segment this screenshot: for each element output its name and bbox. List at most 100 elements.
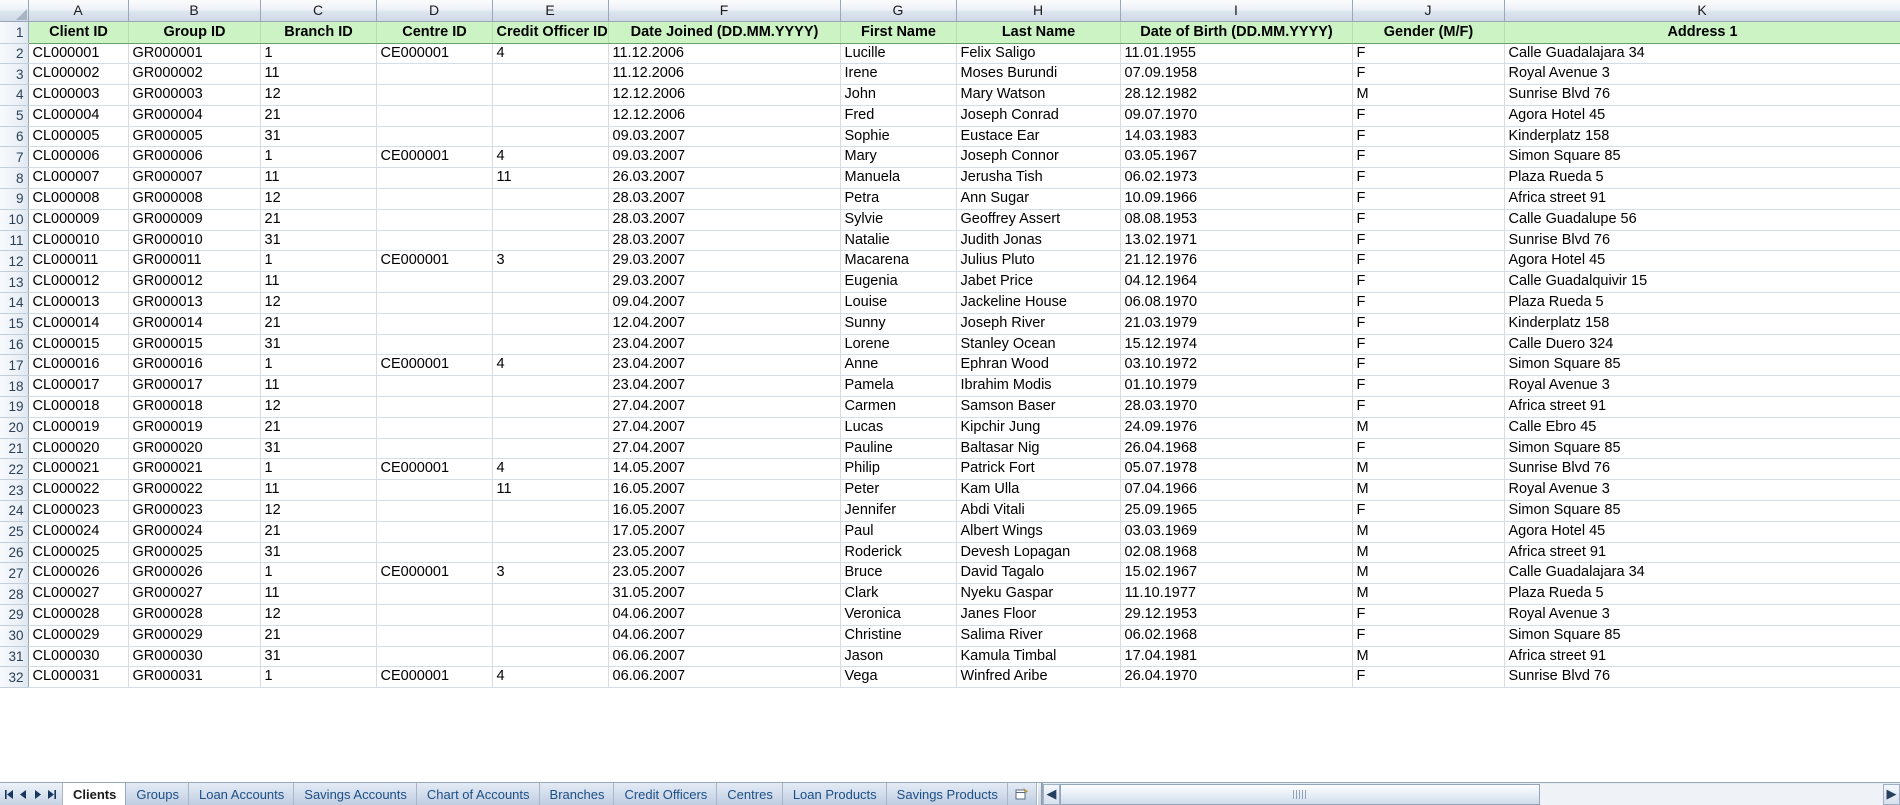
sheet-tab-loan-products[interactable]: Loan Products: [782, 783, 887, 805]
table-cell[interactable]: 17.05.2007: [608, 521, 841, 543]
table-cell[interactable]: 12.12.2006: [608, 84, 841, 106]
row-number[interactable]: 19: [0, 396, 29, 418]
table-cell[interactable]: [376, 292, 493, 314]
table-cell[interactable]: 25.09.1965: [1120, 500, 1353, 522]
table-cell[interactable]: Royal Avenue 3: [1504, 63, 1900, 86]
table-cell[interactable]: GR000026: [128, 562, 261, 585]
table-cell[interactable]: CL000010: [28, 230, 129, 252]
table-cell[interactable]: GR000017: [128, 375, 261, 398]
table-cell[interactable]: Africa street 91: [1504, 396, 1900, 418]
table-cell[interactable]: Calle Guadalquivir 15: [1504, 271, 1900, 294]
table-cell[interactable]: Christine: [840, 625, 957, 647]
sheet-tab-chart-of-accounts[interactable]: Chart of Accounts: [416, 783, 540, 805]
table-cell[interactable]: CL000022: [28, 479, 129, 502]
table-cell[interactable]: 23.04.2007: [608, 354, 841, 377]
table-cell[interactable]: 12: [260, 292, 377, 314]
row-number[interactable]: 18: [0, 375, 29, 398]
table-cell[interactable]: 14.03.1983: [1120, 126, 1353, 148]
table-cell[interactable]: GR000025: [128, 542, 261, 564]
table-cell[interactable]: F: [1352, 625, 1505, 647]
table-cell[interactable]: [376, 604, 493, 626]
table-cell[interactable]: Lucille: [840, 43, 957, 65]
table-cell[interactable]: 09.04.2007: [608, 292, 841, 314]
spreadsheet-grid[interactable]: A B C D E F G H I J K 1 Client ID Group ID…: [0, 0, 1900, 782]
horizontal-scroll-track[interactable]: [1059, 783, 1883, 805]
table-cell[interactable]: Nyeku Gaspar: [956, 583, 1121, 606]
table-cell[interactable]: M: [1352, 521, 1505, 543]
table-cell[interactable]: 4: [492, 43, 609, 65]
table-cell[interactable]: Veronica: [840, 604, 957, 626]
table-cell[interactable]: CL000016: [28, 354, 129, 377]
table-cell[interactable]: CE000001: [376, 562, 493, 585]
table-cell[interactable]: GR000002: [128, 63, 261, 86]
table-cell[interactable]: CL000011: [28, 250, 129, 273]
previous-sheet-icon[interactable]: [17, 787, 30, 801]
table-cell[interactable]: Joseph Connor: [956, 146, 1121, 169]
table-cell[interactable]: [376, 105, 493, 127]
column-header-f[interactable]: F: [608, 0, 841, 22]
table-cell[interactable]: 17.04.1981: [1120, 646, 1353, 668]
table-cell[interactable]: [492, 625, 609, 647]
table-cell[interactable]: [376, 230, 493, 252]
table-cell[interactable]: Plaza Rueda 5: [1504, 167, 1900, 190]
table-cell[interactable]: 4: [492, 666, 609, 689]
column-title-cell[interactable]: Gender (M/F): [1352, 21, 1505, 44]
table-cell[interactable]: Joseph Conrad: [956, 105, 1121, 127]
table-cell[interactable]: Irene: [840, 63, 957, 86]
table-cell[interactable]: M: [1352, 417, 1505, 439]
column-header-d[interactable]: D: [376, 0, 493, 22]
table-cell[interactable]: CL000027: [28, 583, 129, 606]
column-header-i[interactable]: I: [1120, 0, 1353, 22]
table-cell[interactable]: Sunrise Blvd 76: [1504, 230, 1900, 252]
column-title-cell[interactable]: Group ID: [128, 21, 261, 44]
table-cell[interactable]: Sylvie: [840, 209, 957, 231]
table-cell[interactable]: [376, 334, 493, 356]
table-cell[interactable]: CL000028: [28, 604, 129, 626]
table-cell[interactable]: 02.08.1968: [1120, 542, 1353, 564]
row-number[interactable]: 23: [0, 479, 29, 502]
table-cell[interactable]: 10.09.1966: [1120, 188, 1353, 210]
table-cell[interactable]: 09.03.2007: [608, 126, 841, 148]
table-cell[interactable]: 08.08.1953: [1120, 209, 1353, 231]
table-cell[interactable]: [376, 646, 493, 668]
table-cell[interactable]: 11: [260, 167, 377, 190]
table-cell[interactable]: 16.05.2007: [608, 479, 841, 502]
table-cell[interactable]: GR000010: [128, 230, 261, 252]
table-cell[interactable]: 31: [260, 334, 377, 356]
table-cell[interactable]: [492, 375, 609, 398]
table-cell[interactable]: 11: [260, 271, 377, 294]
table-cell[interactable]: Peter: [840, 479, 957, 502]
table-cell[interactable]: GR000005: [128, 126, 261, 148]
table-cell[interactable]: [492, 84, 609, 106]
table-cell[interactable]: F: [1352, 250, 1505, 273]
table-cell[interactable]: CL000001: [28, 43, 129, 65]
table-cell[interactable]: Julius Pluto: [956, 250, 1121, 273]
table-cell[interactable]: 1: [260, 458, 377, 481]
table-cell[interactable]: Ibrahim Modis: [956, 375, 1121, 398]
table-cell[interactable]: 1: [260, 354, 377, 377]
table-cell[interactable]: M: [1352, 84, 1505, 106]
table-cell[interactable]: GR000011: [128, 250, 261, 273]
table-cell[interactable]: 4: [492, 146, 609, 169]
table-cell[interactable]: [376, 271, 493, 294]
table-cell[interactable]: CL000004: [28, 105, 129, 127]
table-cell[interactable]: [492, 500, 609, 522]
table-cell[interactable]: [376, 313, 493, 335]
row-number[interactable]: 26: [0, 542, 29, 564]
table-cell[interactable]: Stanley Ocean: [956, 334, 1121, 356]
table-cell[interactable]: Sophie: [840, 126, 957, 148]
horizontal-scroll-thumb[interactable]: [1059, 783, 1540, 805]
row-number[interactable]: 15: [0, 313, 29, 335]
table-cell[interactable]: M: [1352, 562, 1505, 585]
table-cell[interactable]: M: [1352, 646, 1505, 668]
row-number[interactable]: 22: [0, 458, 29, 481]
column-title-cell[interactable]: Date of Birth (DD.MM.YYYY): [1120, 21, 1353, 44]
horizontal-scrollbar[interactable]: ◀ ▶: [1041, 783, 1900, 805]
table-cell[interactable]: 04.12.1964: [1120, 271, 1353, 294]
table-cell[interactable]: Kipchir Jung: [956, 417, 1121, 439]
table-cell[interactable]: [376, 396, 493, 418]
table-cell[interactable]: 11: [260, 583, 377, 606]
sheet-tab-savings-accounts[interactable]: Savings Accounts: [294, 783, 417, 805]
table-cell[interactable]: M: [1352, 479, 1505, 502]
table-cell[interactable]: 21.03.1979: [1120, 313, 1353, 335]
